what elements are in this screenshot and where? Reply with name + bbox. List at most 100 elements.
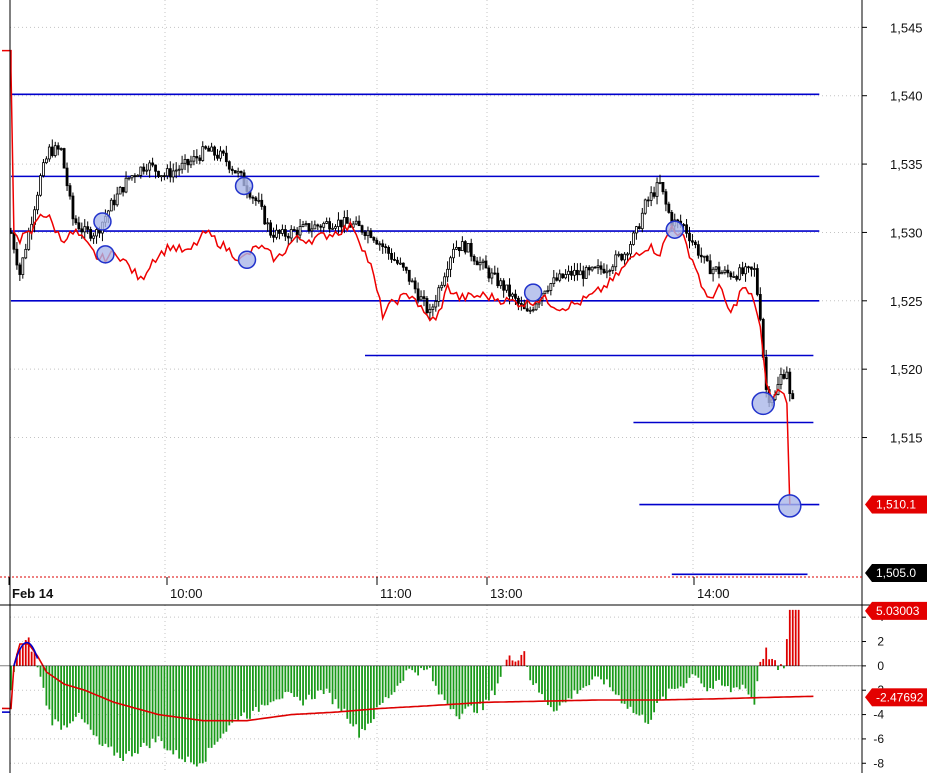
- candle-body: [204, 146, 208, 149]
- candle-body: [272, 234, 275, 238]
- candle-body: [499, 280, 503, 287]
- candle-body: [236, 170, 240, 174]
- candle-body: [502, 280, 506, 291]
- candle-body: [525, 308, 529, 312]
- candle-body: [404, 266, 408, 271]
- candle-body: [431, 306, 435, 310]
- candle-body: [534, 303, 538, 311]
- oscillator-histogram: [1, 609, 814, 767]
- marker-circle: [523, 283, 543, 302]
- candle-body: [747, 266, 750, 269]
- candle-body: [688, 232, 691, 242]
- candle-body: [230, 168, 234, 171]
- candle-body: [198, 157, 202, 161]
- candle-body: [289, 229, 293, 239]
- candle-body: [27, 231, 31, 250]
- osc-value-tag-label: 5.03003: [876, 604, 920, 618]
- candle-body: [316, 224, 320, 227]
- price-tick-label: 1,530: [890, 225, 923, 240]
- candle-body: [407, 269, 411, 282]
- candle-body: [614, 254, 618, 268]
- candle-body: [617, 253, 621, 256]
- candle-body: [74, 218, 78, 224]
- candle-body: [401, 262, 405, 268]
- price-tag-pointer: [865, 564, 872, 582]
- candle-body: [251, 196, 255, 199]
- candle-body: [484, 260, 488, 269]
- candle-body: [605, 270, 609, 274]
- candle-body: [732, 276, 736, 278]
- candle-body: [460, 241, 464, 252]
- candle-body: [561, 273, 565, 279]
- candle-body: [573, 269, 576, 276]
- candle-body: [496, 272, 500, 287]
- candle-body: [130, 175, 134, 179]
- candle-body: [360, 225, 364, 233]
- candle-body: [487, 267, 491, 279]
- candle-body: [115, 193, 119, 206]
- candle-body: [635, 226, 638, 234]
- candle-body: [369, 230, 373, 238]
- candle-body: [219, 150, 222, 159]
- horizontal-levels[interactable]: [11, 93, 820, 576]
- candle-body: [165, 168, 169, 177]
- candle-body: [620, 253, 624, 261]
- candle-body: [596, 265, 600, 268]
- candle-body: [59, 148, 63, 150]
- candle-body: [593, 266, 597, 269]
- candle-body: [286, 235, 290, 239]
- osc-value-tag-label: -2.47692: [876, 690, 924, 704]
- candle-body: [741, 267, 744, 275]
- candle-body: [623, 253, 626, 261]
- candle-body: [434, 301, 438, 308]
- candle-body: [121, 186, 125, 193]
- candle-body: [224, 152, 228, 163]
- candle-body: [148, 162, 152, 171]
- candle-body: [452, 248, 455, 259]
- candle-body: [47, 146, 51, 160]
- marker-circle: [665, 220, 684, 239]
- candle-body: [168, 168, 172, 178]
- marker-circle: [778, 494, 802, 518]
- time-tick-label: 11:00: [380, 586, 412, 601]
- candle-body: [280, 229, 284, 234]
- chart-frame: [0, 0, 927, 773]
- candle-body: [322, 222, 326, 228]
- candle-body: [192, 156, 196, 162]
- candle-body: [531, 309, 535, 312]
- candle-body: [328, 221, 332, 230]
- candle-body: [154, 164, 157, 172]
- candle-body: [313, 224, 317, 230]
- candle-body: [508, 284, 511, 297]
- candle-body: [95, 229, 98, 237]
- candle-body: [779, 374, 783, 385]
- price-tick-label: 1,515: [890, 431, 923, 446]
- candle-body: [685, 224, 688, 234]
- candle-body: [478, 262, 482, 266]
- osc-tick-label: -8: [873, 756, 884, 770]
- candle-body: [136, 174, 140, 177]
- candle-body: [655, 182, 659, 197]
- candle-body: [782, 374, 786, 379]
- candle-body: [357, 220, 361, 227]
- price-axis: 1,545 1,540 1,535 1,530 1,525 1,520 1,515: [862, 20, 923, 446]
- candle-body: [133, 175, 137, 178]
- osc-tick-label: -4: [873, 708, 884, 722]
- price-tag-pointer: [865, 495, 872, 514]
- candle-body: [339, 219, 343, 228]
- candle-body: [717, 266, 721, 275]
- candle-body: [667, 203, 671, 213]
- candle-body: [567, 270, 570, 275]
- marker-circle: [93, 212, 112, 231]
- candle-body: [89, 228, 93, 239]
- candle-body: [186, 159, 190, 166]
- candle-body: [384, 246, 388, 249]
- candle-body: [372, 237, 376, 241]
- price-tag-label: 1,505.0: [876, 566, 916, 580]
- candle-body: [661, 182, 665, 193]
- candle-body: [393, 258, 396, 261]
- candle-body: [177, 168, 181, 171]
- candle-body: [151, 162, 155, 166]
- candle-body: [552, 277, 556, 284]
- candle-body: [481, 260, 485, 263]
